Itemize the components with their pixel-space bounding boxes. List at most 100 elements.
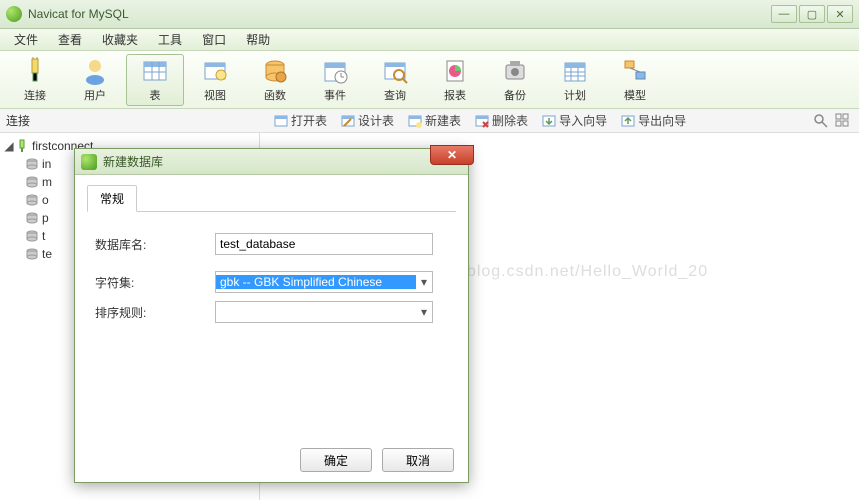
cancel-button[interactable]: 取消 <box>382 448 454 472</box>
tool-function[interactable]: 函数 <box>246 54 304 106</box>
maximize-button[interactable]: ▢ <box>799 5 825 23</box>
export-wizard-button[interactable]: 导出向导 <box>615 110 692 131</box>
schedule-icon <box>561 57 589 85</box>
connections-panel-label: 连接 <box>0 112 260 129</box>
open-table-icon <box>274 114 288 128</box>
database-icon <box>24 175 40 189</box>
tab-general[interactable]: 常规 <box>87 185 137 212</box>
tool-model-label: 模型 <box>624 87 646 103</box>
design-table-icon <box>341 114 355 128</box>
delete-table-label: 删除表 <box>492 112 528 129</box>
tool-user-label: 用户 <box>84 87 106 103</box>
ok-button[interactable]: 确定 <box>300 448 372 472</box>
db-name-label: 数据库名: <box>95 236 215 253</box>
search-icon[interactable] <box>813 113 829 129</box>
tool-query-label: 查询 <box>384 87 406 103</box>
tree-item-label: o <box>42 193 49 207</box>
database-icon <box>24 211 40 225</box>
export-icon <box>621 114 635 128</box>
tool-report[interactable]: 报表 <box>426 54 484 106</box>
report-icon <box>441 57 469 85</box>
backup-icon <box>501 57 529 85</box>
tool-connection-label: 连接 <box>24 87 46 103</box>
database-icon <box>24 193 40 207</box>
tool-function-label: 函数 <box>264 87 286 103</box>
tool-table-label: 表 <box>150 87 161 103</box>
dialog-icon <box>81 154 97 170</box>
menubar: 文件 查看 收藏夹 工具 窗口 帮助 <box>0 29 859 51</box>
tool-view-label: 视图 <box>204 87 226 103</box>
tree-item-label: m <box>42 175 52 189</box>
tool-schedule[interactable]: 计划 <box>546 54 604 106</box>
menu-help[interactable]: 帮助 <box>236 29 280 50</box>
tool-event[interactable]: 事件 <box>306 54 364 106</box>
table-icon <box>141 57 169 85</box>
new-table-label: 新建表 <box>425 112 461 129</box>
menu-tools[interactable]: 工具 <box>148 29 192 50</box>
database-icon <box>24 247 40 261</box>
sub-toolbar: 连接 打开表 设计表 新建表 删除表 导入向导 导出向导 <box>0 109 859 133</box>
menu-file[interactable]: 文件 <box>4 29 48 50</box>
user-icon <box>81 57 109 85</box>
delete-table-icon <box>475 114 489 128</box>
tree-item-label: te <box>42 247 52 261</box>
window-titlebar: Navicat for MySQL — ▢ ✕ <box>0 0 859 29</box>
import-wizard-label: 导入向导 <box>559 112 607 129</box>
tool-backup-label: 备份 <box>504 87 526 103</box>
design-table-label: 设计表 <box>358 112 394 129</box>
tool-report-label: 报表 <box>444 87 466 103</box>
open-table-label: 打开表 <box>291 112 327 129</box>
main-toolbar: 连接 用户 表 视图 函数 事件 查询 报表 备份 计划 模型 <box>0 51 859 109</box>
export-wizard-label: 导出向导 <box>638 112 686 129</box>
collation-label: 排序规则: <box>95 304 215 321</box>
menu-view[interactable]: 查看 <box>48 29 92 50</box>
dialog-close-button[interactable]: ✕ <box>430 145 474 165</box>
dialog-tabs: 常规 <box>87 185 456 212</box>
app-icon <box>6 6 22 22</box>
tool-table[interactable]: 表 <box>126 54 184 106</box>
import-wizard-button[interactable]: 导入向导 <box>536 110 613 131</box>
db-name-input[interactable] <box>215 233 433 255</box>
connection-node-icon <box>14 139 30 153</box>
new-database-dialog: 新建数据库 ✕ 常规 数据库名: 字符集: gbk -- GBK Simplif… <box>74 148 469 483</box>
tool-user[interactable]: 用户 <box>66 54 124 106</box>
query-icon <box>381 57 409 85</box>
grid-view-icon[interactable] <box>835 113 851 129</box>
menu-window[interactable]: 窗口 <box>192 29 236 50</box>
chevron-down-icon[interactable]: ▾ <box>416 275 432 289</box>
minimize-button[interactable]: — <box>771 5 797 23</box>
tool-schedule-label: 计划 <box>564 87 586 103</box>
database-icon <box>24 229 40 243</box>
tool-query[interactable]: 查询 <box>366 54 424 106</box>
view-icon <box>201 57 229 85</box>
tool-view[interactable]: 视图 <box>186 54 244 106</box>
menu-favorites[interactable]: 收藏夹 <box>92 29 148 50</box>
delete-table-button[interactable]: 删除表 <box>469 110 534 131</box>
close-button[interactable]: ✕ <box>827 5 853 23</box>
new-table-icon <box>408 114 422 128</box>
charset-value: gbk -- GBK Simplified Chinese <box>216 275 416 289</box>
import-icon <box>542 114 556 128</box>
tool-connection[interactable]: 连接 <box>6 54 64 106</box>
event-icon <box>321 57 349 85</box>
new-table-button[interactable]: 新建表 <box>402 110 467 131</box>
tool-backup[interactable]: 备份 <box>486 54 544 106</box>
dialog-title: 新建数据库 <box>103 153 462 170</box>
model-icon <box>621 57 649 85</box>
expand-arrow-icon[interactable]: ◢ <box>4 139 14 153</box>
app-title: Navicat for MySQL <box>28 7 771 21</box>
collation-combo[interactable]: ▾ <box>215 301 433 323</box>
connection-icon <box>21 57 49 85</box>
tool-event-label: 事件 <box>324 87 346 103</box>
chevron-down-icon[interactable]: ▾ <box>416 305 432 319</box>
tree-item-label: in <box>42 157 51 171</box>
design-table-button[interactable]: 设计表 <box>335 110 400 131</box>
charset-combo[interactable]: gbk -- GBK Simplified Chinese ▾ <box>215 271 433 293</box>
function-icon <box>261 57 289 85</box>
dialog-titlebar[interactable]: 新建数据库 ✕ <box>75 149 468 175</box>
charset-label: 字符集: <box>95 274 215 291</box>
open-table-button[interactable]: 打开表 <box>268 110 333 131</box>
tree-item-label: t <box>42 229 45 243</box>
database-icon <box>24 157 40 171</box>
tool-model[interactable]: 模型 <box>606 54 664 106</box>
